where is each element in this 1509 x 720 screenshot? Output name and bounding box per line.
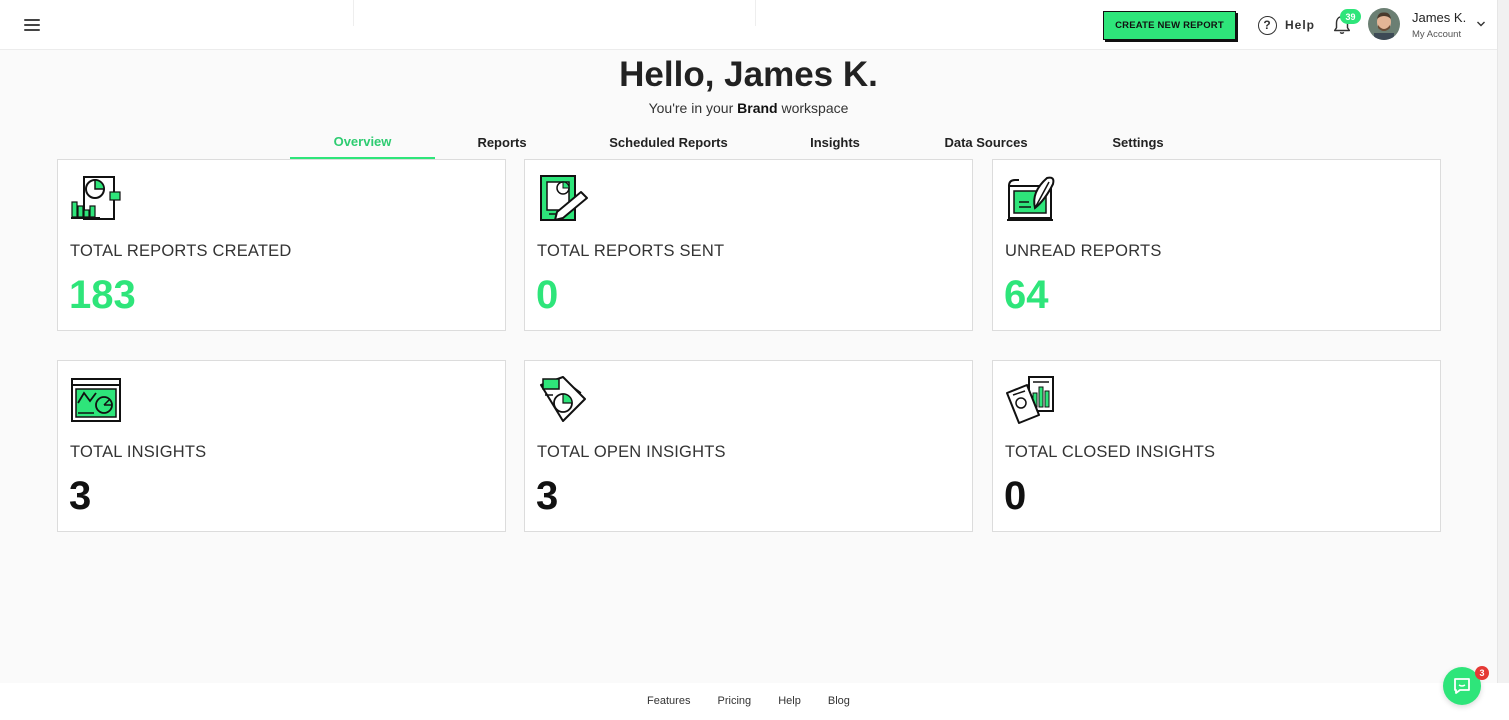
card-label: TOTAL CLOSED INSIGHTS xyxy=(1005,443,1216,461)
stat-card-total-closed-insights[interactable]: TOTAL CLOSED INSIGHTS 0 xyxy=(992,360,1441,532)
card-value: 183 xyxy=(69,273,136,317)
footer-link-features[interactable]: Features xyxy=(647,695,690,707)
help-label: Help xyxy=(1285,18,1316,32)
account-menu[interactable]: James K. My Account xyxy=(1412,10,1466,40)
card-label: TOTAL REPORTS SENT xyxy=(537,242,725,260)
stat-card-total-insights[interactable]: TOTAL INSIGHTS 3 xyxy=(57,360,506,532)
workspace-suffix: workspace xyxy=(781,100,849,116)
hamburger-menu-icon[interactable] xyxy=(20,14,44,36)
card-value: 3 xyxy=(536,474,559,518)
top-divider xyxy=(353,0,354,26)
create-new-report-button[interactable]: CREATE NEW REPORT xyxy=(1103,11,1236,40)
chevron-down-icon[interactable] xyxy=(1476,20,1486,28)
stat-card-total-reports-created[interactable]: TOTAL REPORTS CREATED 183 xyxy=(57,159,506,331)
chat-badge: 3 xyxy=(1475,666,1489,680)
card-label: TOTAL OPEN INSIGHTS xyxy=(537,443,726,461)
page-title: Hello, James K. xyxy=(619,55,878,94)
workspace-name: Brand xyxy=(737,100,778,116)
stat-card-total-reports-sent[interactable]: TOTAL REPORTS SENT 0 xyxy=(524,159,973,331)
card-label: TOTAL REPORTS CREATED xyxy=(70,242,292,260)
insights-board-icon xyxy=(71,378,121,422)
card-value: 64 xyxy=(1004,273,1049,317)
card-value: 0 xyxy=(536,273,559,317)
closed-insights-icon xyxy=(1006,376,1054,424)
workspace-line: You're in your Brand workspace xyxy=(0,100,1497,116)
workspace-prefix: You're in your xyxy=(648,100,734,116)
notification-badge: 39 xyxy=(1340,9,1361,24)
footer-link-help[interactable]: Help xyxy=(778,695,801,707)
tab-settings[interactable]: Settings xyxy=(1090,126,1186,159)
tab-data-sources[interactable]: Data Sources xyxy=(930,126,1042,159)
card-label: UNREAD REPORTS xyxy=(1005,242,1162,260)
account-label: My Account xyxy=(1412,29,1462,40)
open-insights-icon xyxy=(540,376,586,422)
footer: Features Pricing Help Blog xyxy=(0,683,1509,720)
tab-overview[interactable]: Overview xyxy=(290,126,435,159)
chat-icon xyxy=(1454,678,1470,694)
avatar[interactable] xyxy=(1368,8,1400,40)
help-link[interactable]: ? Help xyxy=(1258,14,1315,36)
tab-insights[interactable]: Insights xyxy=(790,126,880,159)
card-value: 0 xyxy=(1004,474,1027,518)
stat-card-total-open-insights[interactable]: TOTAL OPEN INSIGHTS 3 xyxy=(524,360,973,532)
scrollbar[interactable] xyxy=(1497,0,1509,683)
unread-scroll-icon xyxy=(1007,176,1055,221)
footer-link-blog[interactable]: Blog xyxy=(828,695,850,707)
user-name: James K. xyxy=(1412,10,1467,25)
footer-link-pricing[interactable]: Pricing xyxy=(718,695,752,707)
footer-links: Features Pricing Help Blog xyxy=(0,695,1497,707)
top-divider xyxy=(755,0,756,26)
card-value: 3 xyxy=(69,474,92,518)
tab-scheduled-reports[interactable]: Scheduled Reports xyxy=(600,126,737,159)
report-sent-icon xyxy=(540,175,588,221)
question-circle-icon: ? xyxy=(1258,15,1277,35)
stat-card-unread-reports[interactable]: UNREAD REPORTS 64 xyxy=(992,159,1441,331)
top-bar: CREATE NEW REPORT ? Help 39 James K. My … xyxy=(0,0,1497,50)
card-label: TOTAL INSIGHTS xyxy=(70,443,207,461)
tab-reports[interactable]: Reports xyxy=(457,126,547,159)
report-chart-icon xyxy=(71,176,121,220)
